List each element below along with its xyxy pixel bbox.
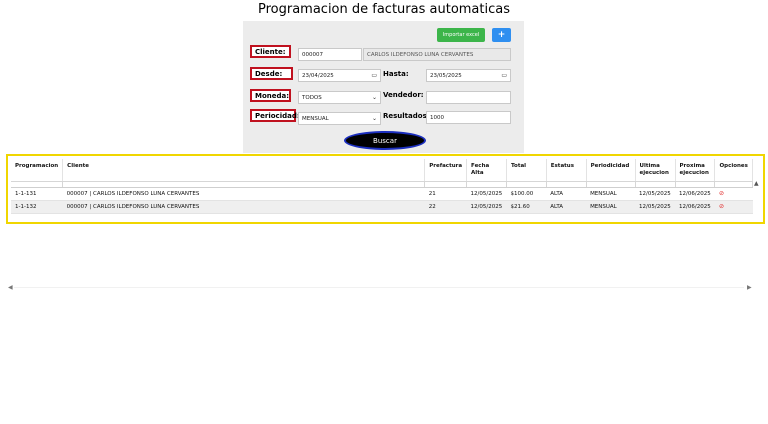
client-name-field: CARLOS ILDEFONSO LUNA CERVANTES	[363, 48, 511, 61]
resultados-label: Resultados:	[383, 112, 430, 120]
column-header[interactable]: Periodicidad	[586, 159, 636, 182]
cliente-cell: 000007 | CARLOS ILDEFONSO LUNA CERVANTES	[62, 187, 425, 201]
programacion-cell: 1-1-131	[11, 187, 63, 201]
client-code-input[interactable]: 000007	[298, 48, 362, 61]
scroll-left-arrow-icon[interactable]: ◀	[8, 284, 13, 291]
prefactura-cell: 21	[424, 187, 467, 201]
moneda-select[interactable]: TODOS ⌄	[298, 91, 381, 104]
periodicidad-cell: MENSUAL	[586, 187, 636, 201]
estatus-cell: ALTA	[546, 200, 587, 214]
column-header[interactable]: Opciones	[714, 159, 753, 182]
hasta-date-input[interactable]: 23/05/2025 ▭	[426, 69, 511, 82]
page: Programacion de facturas automaticas Imp…	[0, 0, 768, 424]
results-table-panel: Programacion Cliente Prefactura Fecha Al…	[6, 154, 765, 224]
scroll-right-arrow-icon[interactable]: ▶	[747, 284, 752, 291]
table-header-row: Programacion Cliente Prefactura Fecha Al…	[11, 159, 753, 182]
calendar-icon[interactable]: ▭	[501, 72, 507, 79]
opciones-cell: ⊘	[714, 200, 753, 214]
total-cell: $100.00	[506, 187, 547, 201]
cancel-icon[interactable]: ⊘	[719, 203, 724, 210]
periodicidad-cell: MENSUAL	[586, 200, 636, 214]
periodicidad-select[interactable]: MENSUAL ⌄	[298, 112, 381, 125]
vendedor-input[interactable]	[426, 91, 511, 104]
column-header[interactable]: Ultima ejecucion	[635, 159, 676, 182]
proxima-ejecucion-cell: 12/06/2025	[675, 200, 715, 214]
import-excel-button[interactable]: Importar excel	[437, 28, 485, 42]
estatus-cell: ALTA	[546, 187, 587, 201]
prefactura-cell: 22	[424, 200, 467, 214]
desde-date-input[interactable]: 23/04/2025 ▭	[298, 69, 381, 82]
total-cell: $21.60	[506, 200, 547, 214]
column-header[interactable]: Fecha Alta	[466, 159, 508, 182]
column-header[interactable]: Prefactura	[424, 159, 468, 182]
filter-form: Importar excel + Cliente: 000007 CARLOS …	[243, 21, 524, 153]
ultima-ejecucion-cell: 12/05/2025	[635, 187, 675, 201]
results-table: Programacion Cliente Prefactura Fecha Al…	[11, 159, 753, 214]
column-header[interactable]: Cliente	[62, 159, 426, 182]
fecha-alta-cell: 12/05/2025	[466, 187, 507, 201]
programacion-cell: 1-1-132	[11, 200, 63, 214]
column-header[interactable]: Estatus	[546, 159, 587, 182]
column-header[interactable]: Programacion	[11, 159, 64, 182]
hasta-label: Hasta:	[383, 70, 409, 78]
desde-label: Desde:	[250, 67, 293, 80]
ultima-ejecucion-cell: 12/05/2025	[635, 200, 675, 214]
moneda-label: Moneda:	[250, 89, 291, 102]
chevron-down-icon: ⌄	[371, 94, 377, 101]
chevron-down-icon: ⌄	[371, 115, 377, 122]
column-header[interactable]: Proxima ejecucion	[675, 159, 716, 182]
search-button[interactable]: Buscar	[344, 131, 426, 150]
horizontal-scrollbar-track[interactable]	[14, 287, 744, 288]
periodicidad-select-value: MENSUAL	[302, 115, 329, 122]
proxima-ejecucion-cell: 12/06/2025	[675, 187, 715, 201]
calendar-icon[interactable]: ▭	[371, 72, 377, 79]
page-title: Programacion de facturas automaticas	[257, 2, 510, 17]
table-row[interactable]: 1-1-131 000007 | CARLOS ILDEFONSO LUNA C…	[11, 187, 753, 201]
vendedor-label: Vendedor:	[383, 91, 424, 99]
desde-date-value: 23/04/2025	[302, 72, 334, 79]
resultados-input[interactable]: 1000	[426, 111, 511, 124]
cliente-label: Cliente:	[250, 45, 291, 58]
scroll-up-arrow-icon[interactable]: ▲	[754, 180, 759, 187]
cancel-icon[interactable]: ⊘	[719, 190, 724, 197]
cliente-cell: 000007 | CARLOS ILDEFONSO LUNA CERVANTES	[62, 200, 425, 214]
column-header[interactable]: Total	[506, 159, 547, 182]
opciones-cell: ⊘	[714, 187, 753, 201]
add-button[interactable]: +	[492, 28, 511, 42]
moneda-select-value: TODOS	[302, 94, 322, 101]
fecha-alta-cell: 12/05/2025	[466, 200, 507, 214]
table-row[interactable]: 1-1-132 000007 | CARLOS ILDEFONSO LUNA C…	[11, 200, 753, 214]
hasta-date-value: 23/05/2025	[430, 72, 462, 79]
periodicidad-label: Periocidad:	[250, 109, 300, 122]
